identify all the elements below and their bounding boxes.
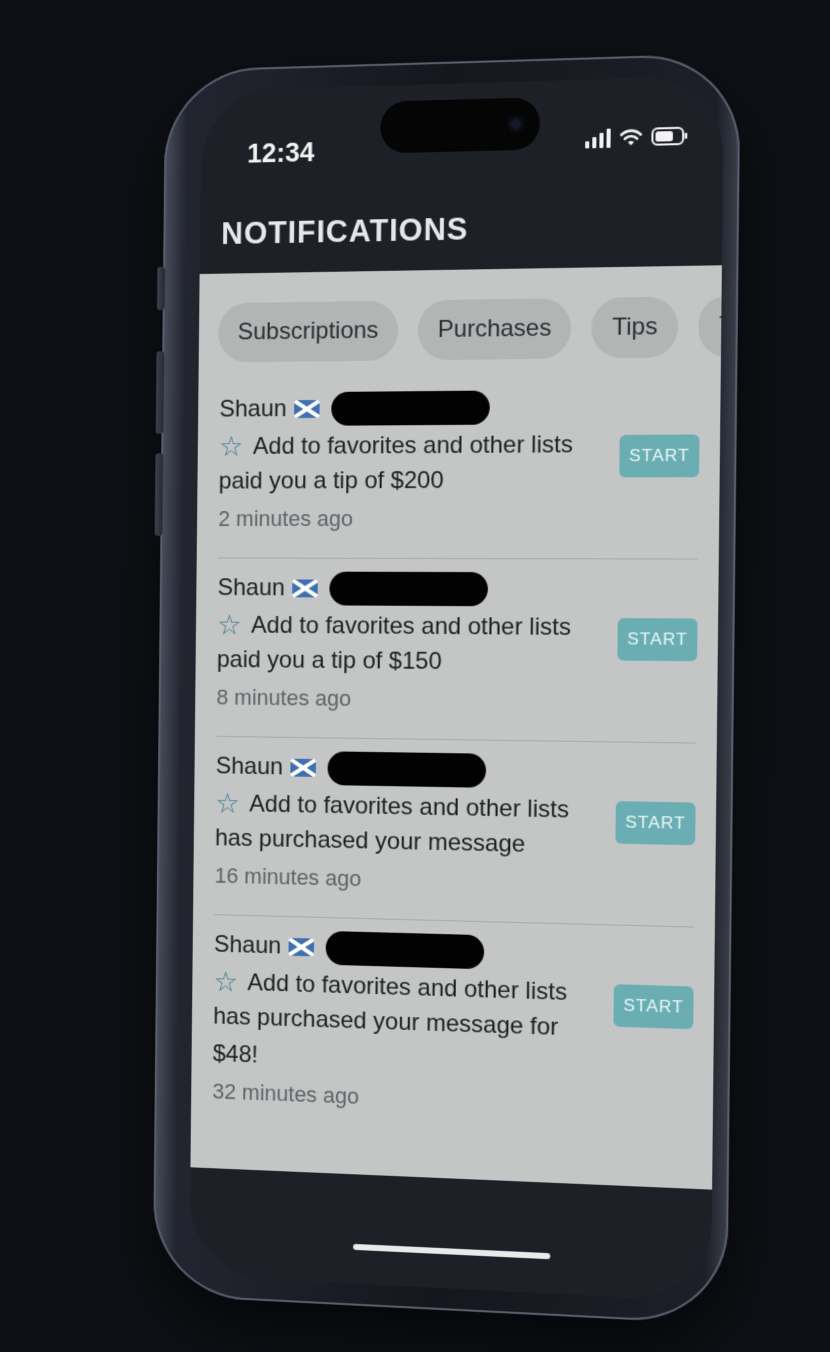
redacted-username	[325, 930, 485, 970]
notification-item: Shaun ☆ Add to favorites and other lists…	[216, 558, 699, 744]
notification-message: has purchased your message	[214, 824, 526, 858]
page-title: NOTIFICATIONS	[221, 211, 469, 252]
sender-name[interactable]: Shaun	[216, 753, 284, 782]
star-icon[interactable]: ☆	[215, 788, 240, 819]
start-button[interactable]: START	[615, 801, 696, 846]
start-button[interactable]: START	[619, 434, 700, 478]
action-button	[156, 266, 166, 311]
star-icon[interactable]: ☆	[219, 431, 244, 462]
notification-time: 8 minutes ago	[216, 684, 352, 711]
signal-icon	[585, 128, 611, 149]
sender-name[interactable]: Shaun	[217, 574, 285, 602]
status-time: 12:34	[247, 137, 315, 169]
redacted-username	[327, 751, 487, 788]
start-button[interactable]: START	[613, 984, 694, 1030]
notification-time: 2 minutes ago	[218, 506, 354, 531]
notification-message: paid you a tip of $150	[216, 646, 442, 676]
star-icon[interactable]: ☆	[217, 610, 242, 641]
sender-name[interactable]: Shaun	[214, 931, 282, 961]
notification-time: 32 minutes ago	[212, 1078, 360, 1109]
favorites-label: Add to favorites and other lists	[252, 431, 574, 460]
home-indicator[interactable]	[353, 1243, 551, 1260]
notification-message: has purchased your message for $48!	[212, 1002, 559, 1069]
tab-partial[interactable]: T	[698, 295, 724, 358]
phone-screen: 12:34 NOTIFICATIONS Subscriptions Purcha…	[189, 75, 724, 1302]
notification-list: Shaun ☆ Add to favorites and other lists…	[212, 375, 701, 1149]
scotland-flag-icon	[294, 399, 321, 419]
redacted-username	[329, 571, 489, 607]
start-button[interactable]: START	[617, 618, 698, 662]
scotland-flag-icon	[288, 937, 315, 957]
filter-tabs: Subscriptions Purchases Tips T	[217, 295, 724, 363]
volume-down-button	[154, 453, 164, 536]
favorites-label: Add to favorites and other lists	[251, 611, 572, 641]
tab-tips[interactable]: Tips	[591, 296, 679, 359]
notification-item: Shaun ☆ Add to favorites and other lists…	[214, 736, 697, 928]
scotland-flag-icon	[292, 579, 319, 598]
status-icons	[585, 126, 688, 149]
battery-icon	[651, 126, 688, 147]
volume-up-button	[155, 351, 165, 434]
wifi-icon	[619, 127, 644, 146]
scene: 12:34 NOTIFICATIONS Subscriptions Purcha…	[0, 0, 830, 1352]
star-icon[interactable]: ☆	[213, 966, 238, 997]
phone-frame: 12:34 NOTIFICATIONS Subscriptions Purcha…	[152, 52, 741, 1325]
dynamic-island	[380, 97, 541, 154]
scotland-flag-icon	[290, 758, 317, 777]
tab-subscriptions[interactable]: Subscriptions	[217, 300, 399, 363]
tab-purchases[interactable]: Purchases	[417, 298, 572, 361]
camera-icon	[507, 115, 524, 133]
favorites-label: Add to favorites and other lists	[249, 790, 570, 824]
notifications-panel[interactable]: Subscriptions Purchases Tips T Shaun ☆ A…	[190, 265, 724, 1190]
notification-item: Shaun ☆ Add to favorites and other lists…	[212, 915, 694, 1149]
notification-message: paid you a tip of $200	[218, 466, 444, 495]
notification-item: Shaun ☆ Add to favorites and other lists…	[217, 375, 701, 560]
redacted-username	[331, 390, 491, 426]
sender-name[interactable]: Shaun	[219, 395, 287, 423]
